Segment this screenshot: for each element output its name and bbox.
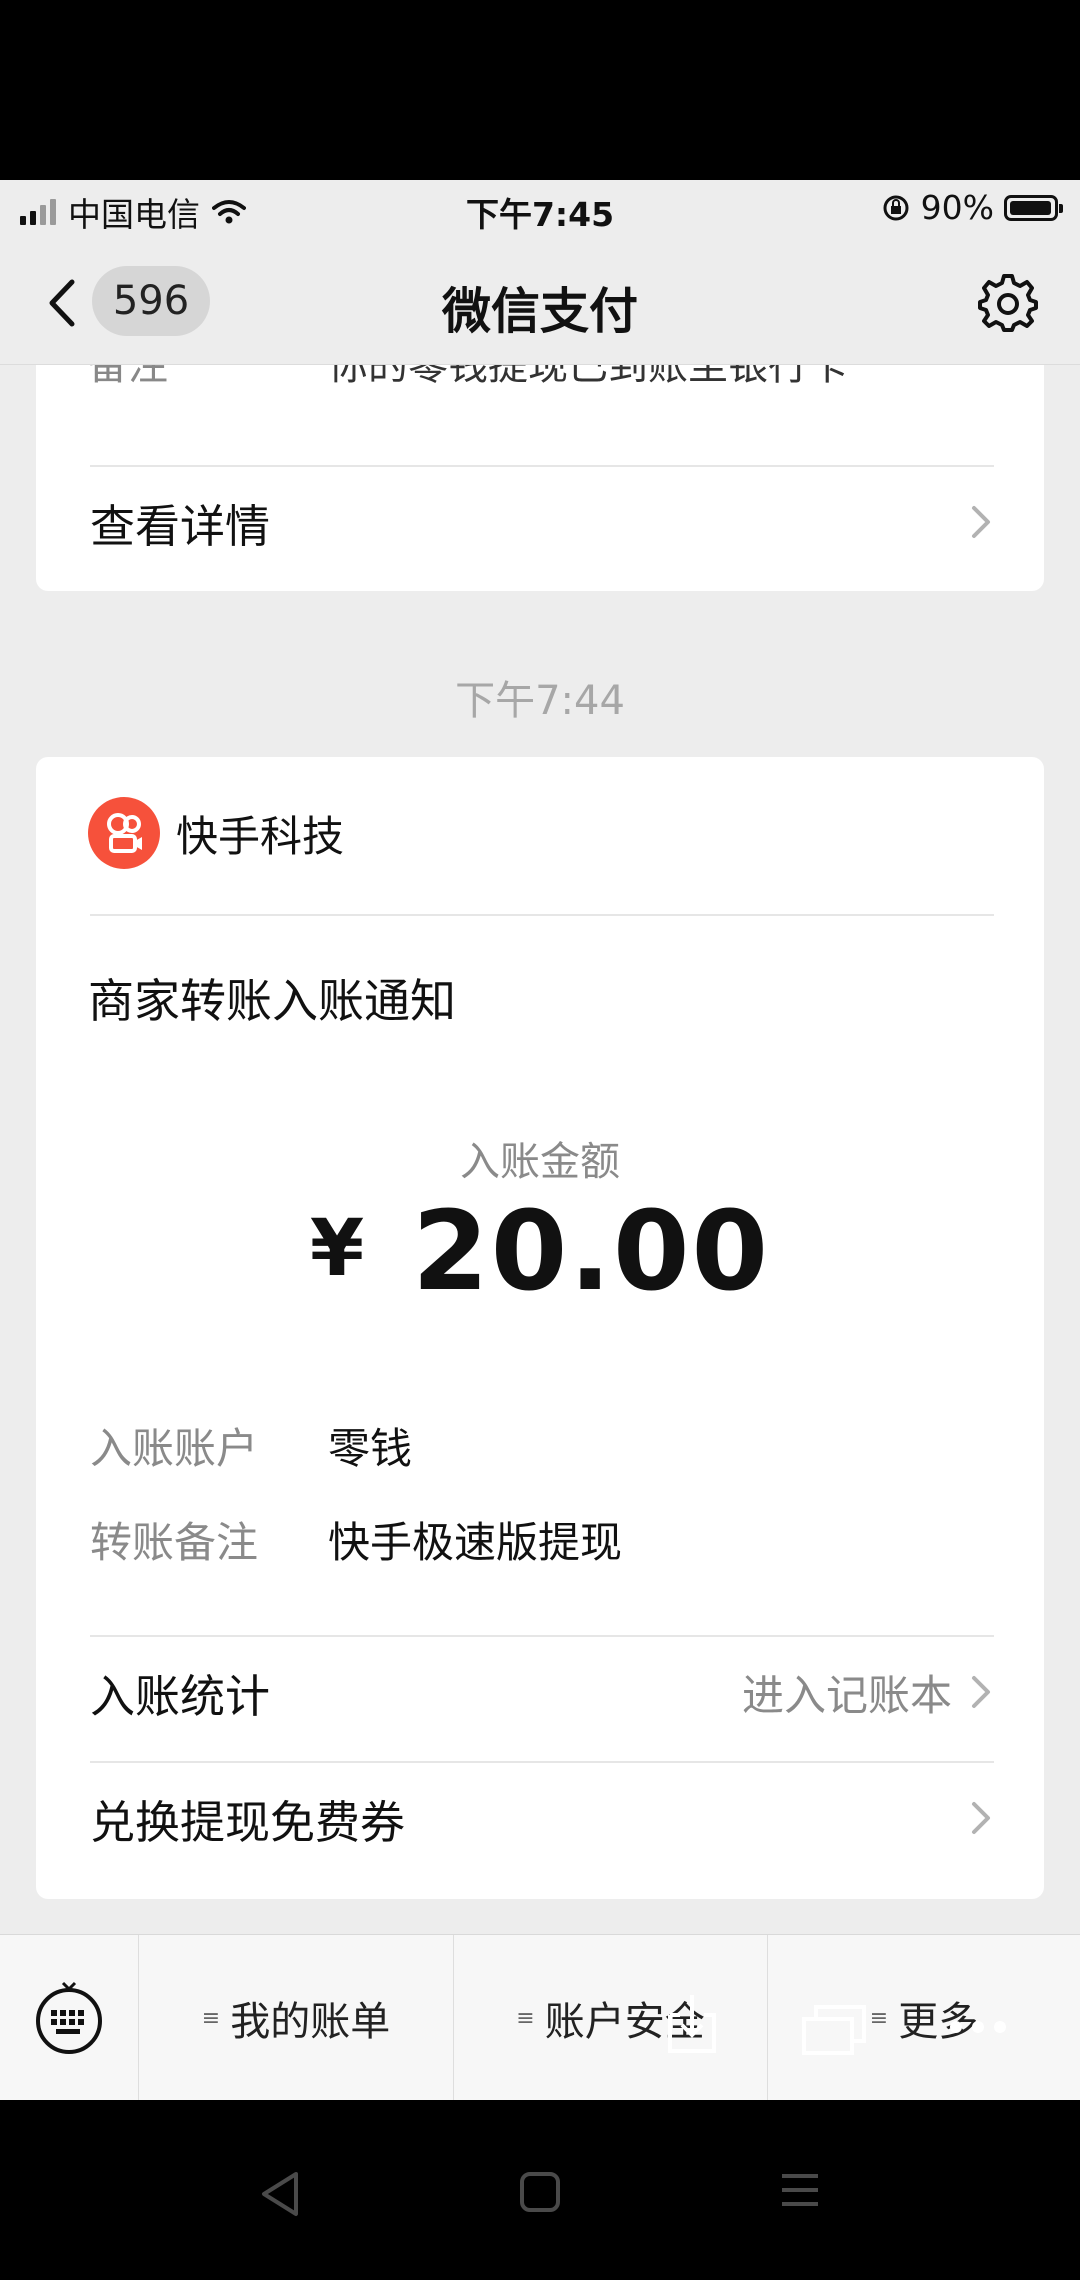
transfer-notice-card[interactable]: 快手科技 商家转账入账通知 入账金额 ¥20.00 入账账户 零钱 转账备注 快手极…: [36, 757, 1044, 1899]
download-icon[interactable]: [664, 1991, 720, 2057]
menu-lines-icon: ≡: [516, 2005, 535, 2031]
view-details-row[interactable]: 查看详情: [90, 467, 994, 577]
nav-back-icon[interactable]: [258, 2170, 302, 2218]
gear-icon[interactable]: [976, 270, 1040, 334]
merchant-name: 快手科技: [176, 811, 345, 861]
coupon-label: 兑换提现免费券: [90, 1795, 406, 1849]
menu-lines-icon: ≡: [201, 2005, 221, 2031]
view-details-label: 查看详情: [90, 499, 271, 553]
page-title: 微信支付: [441, 283, 638, 340]
battery-icon: [1004, 194, 1063, 221]
status-bar: 中国电信 下午7:45 90%: [0, 180, 1080, 242]
chevron-right-icon: [972, 1676, 990, 1708]
currency-symbol: ¥: [309, 1204, 367, 1294]
income-stats-row[interactable]: 入账统计 进入记账本: [90, 1637, 994, 1747]
keyboard-icon: [36, 1981, 102, 2054]
field-key: 入账账户: [90, 1424, 259, 1473]
merchant-header: 快手科技: [88, 797, 344, 869]
nav-home-icon[interactable]: [518, 2170, 562, 2214]
kuaishou-logo-icon: [88, 797, 160, 869]
menu-label: 更多: [898, 1999, 979, 2045]
coupon-row[interactable]: 兑换提现免费券: [90, 1763, 994, 1873]
amount-label: 入账金额: [460, 1139, 620, 1185]
field-key: 转账备注: [90, 1518, 259, 1567]
menu-label: 我的账单: [230, 1999, 391, 2045]
status-right: 90%: [881, 188, 1063, 227]
account-field: 入账账户 零钱: [90, 1415, 412, 1476]
income-stats-label: 入账统计: [90, 1669, 271, 1723]
phone-screen: 中国电信 下午7:45 90% 596 微信支付 备注 你的零钱提现已到账至银行…: [0, 180, 1080, 2100]
menu-account-security[interactable]: ≡ 账户安全: [454, 1935, 768, 2100]
divider: [90, 914, 994, 916]
clipped-remark-row: 备注 你的零钱提现已到账至银行卡: [88, 365, 848, 391]
bottom-menu: ≡ 我的账单 ≡ 账户安全 ≡ 更多: [0, 1934, 1080, 2100]
nav-menu-icon[interactable]: [780, 2170, 820, 2210]
more-dots-icon[interactable]: [948, 2019, 1008, 2035]
amount-number: 20.00: [412, 1187, 771, 1315]
message-timestamp: 下午7:44: [455, 678, 625, 724]
keyboard-toggle-button[interactable]: [0, 1935, 139, 2100]
battery-percent: 90%: [920, 188, 994, 227]
notice-title: 商家转账入账通知: [88, 974, 456, 1028]
chevron-right-icon: [972, 506, 990, 538]
open-ledger-hint: 进入记账本: [741, 1670, 952, 1720]
menu-lines-icon: ≡: [869, 2005, 889, 2031]
window-switch-icon[interactable]: [800, 2001, 870, 2057]
previous-message-card: 备注 你的零钱提现已到账至银行卡 查看详情: [36, 365, 1044, 591]
remark-field: 转账备注 快手极速版提现: [90, 1509, 622, 1570]
orientation-lock-icon: [883, 195, 909, 220]
system-nav-bar: [0, 2100, 1080, 2280]
nav-bar: 596 微信支付: [0, 242, 1080, 365]
field-value: 快手极速版提现: [328, 1518, 623, 1567]
field-value: 零钱: [328, 1424, 413, 1473]
amount-value: ¥20.00: [36, 1187, 1044, 1315]
clipped-remark-label: 备注: [88, 365, 168, 389]
menu-my-bills[interactable]: ≡ 我的账单: [139, 1935, 454, 2100]
chevron-right-icon: [972, 1802, 990, 1834]
message-list[interactable]: 备注 你的零钱提现已到账至银行卡 查看详情 下午7:44 快手科技 商家转账入账…: [0, 365, 1080, 2100]
clipped-remark-value: 你的零钱提现已到账至银行卡: [328, 365, 848, 389]
